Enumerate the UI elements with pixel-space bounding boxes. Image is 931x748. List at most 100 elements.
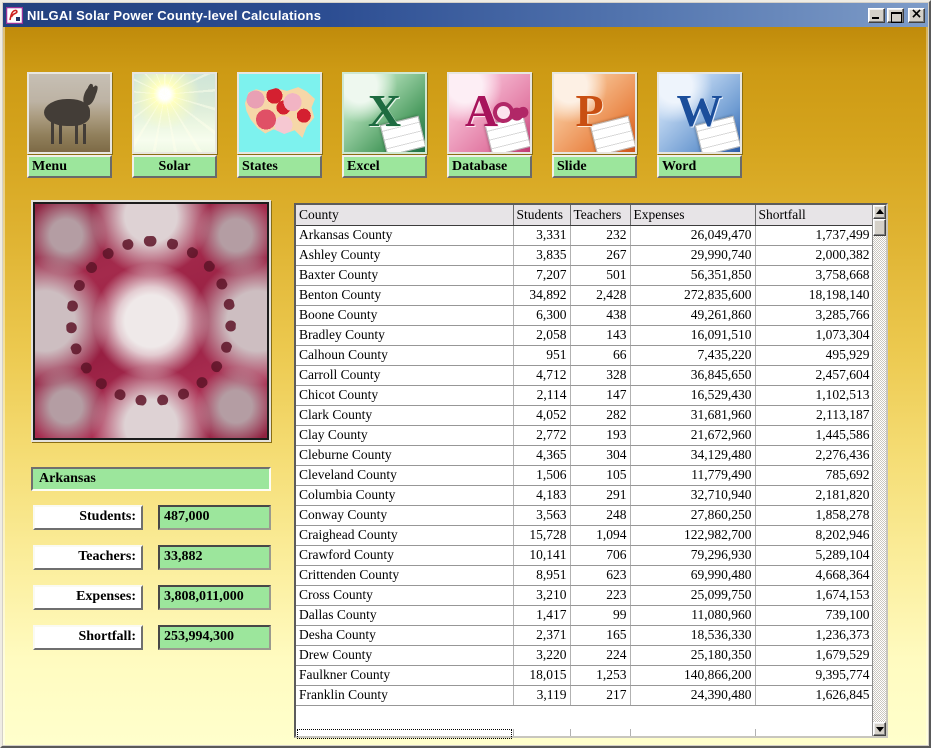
value-cell[interactable]: 3,758,668: [755, 265, 873, 285]
county-cell[interactable]: Drew County: [296, 645, 513, 665]
value-cell[interactable]: 217: [570, 685, 630, 705]
county-cell[interactable]: Bradley County: [296, 325, 513, 345]
value-cell[interactable]: 140,866,200: [630, 665, 755, 685]
maximize-button[interactable]: [887, 8, 904, 23]
value-cell[interactable]: 501: [570, 265, 630, 285]
table-row[interactable]: Boone County6,30043849,261,8603,285,766: [296, 305, 873, 325]
value-cell[interactable]: 272,835,600: [630, 285, 755, 305]
scrollbar-thumb[interactable]: [873, 219, 886, 236]
county-cell[interactable]: Crittenden County: [296, 565, 513, 585]
value-cell[interactable]: 26,049,470: [630, 225, 755, 245]
value-cell[interactable]: 282: [570, 405, 630, 425]
table-row[interactable]: Benton County34,8922,428272,835,60018,19…: [296, 285, 873, 305]
value-cell[interactable]: 1,417: [513, 605, 570, 625]
value-cell[interactable]: 25,099,750: [630, 585, 755, 605]
county-cell[interactable]: Cross County: [296, 585, 513, 605]
value-cell[interactable]: 31,681,960: [630, 405, 755, 425]
county-cell[interactable]: Craighead County: [296, 525, 513, 545]
toolbar-button-database[interactable]: A Database: [447, 72, 532, 178]
county-cell[interactable]: Clay County: [296, 425, 513, 445]
value-cell[interactable]: 193: [570, 425, 630, 445]
value-cell[interactable]: 438: [570, 305, 630, 325]
table-row[interactable]: Craighead County15,7281,094122,982,7008,…: [296, 525, 873, 545]
value-cell[interactable]: 224: [570, 645, 630, 665]
value-cell[interactable]: 7,435,220: [630, 345, 755, 365]
value-cell[interactable]: 4,668,364: [755, 565, 873, 585]
field-value-teachers[interactable]: 33,882: [158, 545, 271, 570]
value-cell[interactable]: 232: [570, 225, 630, 245]
county-cell[interactable]: Desha County: [296, 625, 513, 645]
county-cell[interactable]: Arkansas County: [296, 225, 513, 245]
value-cell[interactable]: 122,982,700: [630, 525, 755, 545]
value-cell[interactable]: 3,210: [513, 585, 570, 605]
focused-cell-marker[interactable]: [297, 729, 512, 739]
value-cell[interactable]: 1,506: [513, 465, 570, 485]
county-cell[interactable]: Carroll County: [296, 365, 513, 385]
value-cell[interactable]: 4,052: [513, 405, 570, 425]
table-row[interactable]: Cleburne County4,36530434,129,4802,276,4…: [296, 445, 873, 465]
value-cell[interactable]: 1,737,499: [755, 225, 873, 245]
table-row[interactable]: Baxter County7,20750156,351,8503,758,668: [296, 265, 873, 285]
value-cell[interactable]: 24,390,480: [630, 685, 755, 705]
value-cell[interactable]: 25,180,350: [630, 645, 755, 665]
table-row[interactable]: Dallas County1,4179911,080,960739,100: [296, 605, 873, 625]
toolbar-button-menu[interactable]: Menu: [27, 72, 112, 178]
value-cell[interactable]: 18,015: [513, 665, 570, 685]
column-header-students[interactable]: Students: [513, 205, 570, 225]
column-header-shortfall[interactable]: Shortfall: [755, 205, 873, 225]
county-cell[interactable]: Baxter County: [296, 265, 513, 285]
title-bar[interactable]: NILGAI Solar Power County-level Calculat…: [3, 3, 928, 27]
column-header-county[interactable]: County: [296, 205, 513, 225]
value-cell[interactable]: 2,181,820: [755, 485, 873, 505]
value-cell[interactable]: 1,674,153: [755, 585, 873, 605]
value-cell[interactable]: 328: [570, 365, 630, 385]
value-cell[interactable]: 34,892: [513, 285, 570, 305]
value-cell[interactable]: 2,113,187: [755, 405, 873, 425]
toolbar-button-word[interactable]: W Word: [657, 72, 742, 178]
field-value-expenses[interactable]: 3,808,011,000: [158, 585, 271, 610]
value-cell[interactable]: 2,000,382: [755, 245, 873, 265]
table-row[interactable]: Crittenden County8,95162369,990,4804,668…: [296, 565, 873, 585]
value-cell[interactable]: 3,835: [513, 245, 570, 265]
county-cell[interactable]: Faulkner County: [296, 665, 513, 685]
table-row[interactable]: Desha County2,37116518,536,3301,236,373: [296, 625, 873, 645]
value-cell[interactable]: 18,536,330: [630, 625, 755, 645]
value-cell[interactable]: 49,261,860: [630, 305, 755, 325]
table-row[interactable]: Carroll County4,71232836,845,6502,457,60…: [296, 365, 873, 385]
value-cell[interactable]: 36,845,650: [630, 365, 755, 385]
value-cell[interactable]: 951: [513, 345, 570, 365]
value-cell[interactable]: 69,990,480: [630, 565, 755, 585]
value-cell[interactable]: 4,365: [513, 445, 570, 465]
scroll-up-button[interactable]: [873, 205, 886, 219]
value-cell[interactable]: 706: [570, 545, 630, 565]
value-cell[interactable]: 1,858,278: [755, 505, 873, 525]
value-cell[interactable]: 2,058: [513, 325, 570, 345]
value-cell[interactable]: 1,253: [570, 665, 630, 685]
value-cell[interactable]: 143: [570, 325, 630, 345]
value-cell[interactable]: 3,220: [513, 645, 570, 665]
value-cell[interactable]: 1,679,529: [755, 645, 873, 665]
field-value-students[interactable]: 487,000: [158, 505, 271, 530]
field-value-shortfall[interactable]: 253,994,300: [158, 625, 271, 650]
value-cell[interactable]: 6,300: [513, 305, 570, 325]
vertical-scrollbar[interactable]: [872, 205, 886, 736]
value-cell[interactable]: 15,728: [513, 525, 570, 545]
county-cell[interactable]: Boone County: [296, 305, 513, 325]
close-button[interactable]: [908, 8, 925, 23]
value-cell[interactable]: 29,990,740: [630, 245, 755, 265]
value-cell[interactable]: 4,183: [513, 485, 570, 505]
value-cell[interactable]: 623: [570, 565, 630, 585]
county-cell[interactable]: Calhoun County: [296, 345, 513, 365]
value-cell[interactable]: 56,351,850: [630, 265, 755, 285]
table-row[interactable]: Conway County3,56324827,860,2501,858,278: [296, 505, 873, 525]
county-cell[interactable]: Cleveland County: [296, 465, 513, 485]
value-cell[interactable]: 4,712: [513, 365, 570, 385]
value-cell[interactable]: 165: [570, 625, 630, 645]
table-row[interactable]: Bradley County2,05814316,091,5101,073,30…: [296, 325, 873, 345]
county-cell[interactable]: Chicot County: [296, 385, 513, 405]
table-row[interactable]: Faulkner County18,0151,253140,866,2009,3…: [296, 665, 873, 685]
table-row[interactable]: Columbia County4,18329132,710,9402,181,8…: [296, 485, 873, 505]
table-row[interactable]: Ashley County3,83526729,990,7402,000,382: [296, 245, 873, 265]
table-row[interactable]: Arkansas County3,33123226,049,4701,737,4…: [296, 225, 873, 245]
value-cell[interactable]: 2,276,436: [755, 445, 873, 465]
